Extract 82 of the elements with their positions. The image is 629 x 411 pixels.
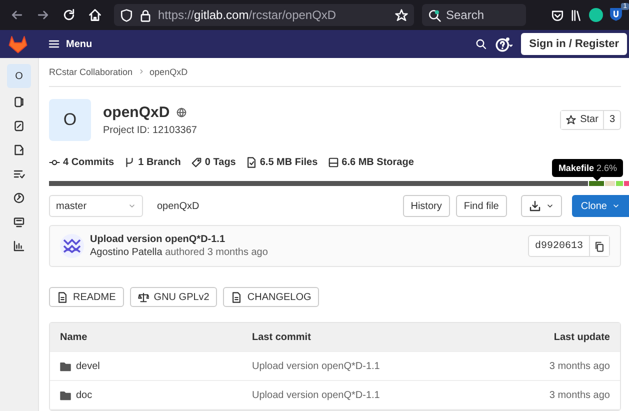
lock-icon <box>139 8 152 22</box>
shield-icon <box>120 8 133 22</box>
commit-title[interactable]: Upload version openQ*D-1.1 <box>90 234 268 245</box>
search-icon <box>428 9 441 22</box>
address-bar[interactable]: https://gitlab.com/rcstar/openQxD <box>114 4 414 26</box>
extension-icon[interactable] <box>589 8 603 22</box>
sidebar-icon <box>13 216 25 228</box>
column-header: Last commit <box>252 332 311 342</box>
forward-icon <box>36 8 50 22</box>
gitlab-logo-icon <box>8 34 28 54</box>
shield-extension-icon <box>609 6 623 20</box>
commit-sha: d9920613 <box>534 240 584 254</box>
copy-button[interactable] <box>589 236 609 256</box>
home-icon <box>88 8 102 22</box>
column-header: Last update <box>554 332 610 342</box>
breadcrumb-link[interactable]: openQxD <box>150 66 188 77</box>
doc-button[interactable]: GNU GPLv2 <box>130 287 218 307</box>
scale-icon <box>138 292 149 302</box>
column-header: Name <box>60 332 88 342</box>
toolbar-button[interactable]: History <box>402 195 450 217</box>
url-text: https://gitlab.com/rcstar/openQxD <box>158 8 338 22</box>
update-time: 3 months ago <box>549 390 610 400</box>
chevron-down-icon <box>128 202 136 210</box>
update-time: 3 months ago <box>549 360 610 372</box>
branch-icon <box>124 156 136 168</box>
folder-link[interactable]: doc <box>60 390 252 400</box>
language-segment[interactable] <box>589 180 604 186</box>
file-icon <box>246 156 257 168</box>
back-icon <box>10 8 24 22</box>
stat-link[interactable]: 4 Commits <box>49 156 114 168</box>
project-id: Project ID: 12103367 <box>103 124 197 136</box>
search-field[interactable]: Search <box>422 4 526 26</box>
reload-icon <box>62 8 76 22</box>
hamburger-icon <box>48 38 60 50</box>
menu-button[interactable]: Menu <box>46 36 94 52</box>
sidebar-icon <box>13 192 25 204</box>
star-icon <box>566 114 576 125</box>
sidebar-icon <box>13 96 25 108</box>
breadcrumb-link[interactable]: RCstar Collaboration <box>49 66 133 77</box>
clone-button[interactable]: Clone <box>572 195 629 217</box>
stat-link[interactable]: 1 Branch <box>124 156 181 168</box>
sidebar-icon <box>13 120 25 132</box>
commit-link[interactable]: Upload version openQ*D-1.1 <box>252 390 380 400</box>
doc-button[interactable]: CHANGELOG <box>223 287 320 307</box>
chevron-down-icon <box>612 202 620 210</box>
sidebar-icon <box>13 144 25 156</box>
doc-button[interactable]: README <box>49 287 124 307</box>
tag-icon <box>190 156 202 168</box>
path-link[interactable]: openQxD <box>157 200 200 212</box>
download-button[interactable] <box>520 195 562 217</box>
bookmark-star-icon <box>395 8 408 22</box>
star-count[interactable]: 3 <box>603 110 620 129</box>
download-icon <box>528 200 541 212</box>
document-icon <box>231 292 242 302</box>
sidebar-icon <box>13 168 25 180</box>
stat-link[interactable]: 6.5 MB Files <box>246 156 318 168</box>
folder-link[interactable]: devel <box>60 360 252 372</box>
pocket-icon <box>551 8 564 22</box>
library-icon <box>570 8 583 22</box>
commit-meta: Agostino Patella authored 3 months ago <box>90 247 268 258</box>
folder-icon <box>60 390 71 400</box>
language-tooltip: Makefile 2.6% <box>552 159 623 177</box>
sign-in-button[interactable]: Sign in / Register <box>521 33 627 55</box>
globe-icon <box>176 106 187 118</box>
copy-icon <box>594 240 605 252</box>
document-icon <box>57 292 68 302</box>
user-avatar <box>60 234 84 258</box>
language-segment[interactable] <box>49 180 588 186</box>
project-name: openQxD <box>103 104 170 121</box>
folder-icon <box>60 360 71 372</box>
toolbar-button[interactable]: Find file <box>456 195 507 217</box>
commit-link[interactable]: Upload version openQ*D-1.1 <box>252 360 380 372</box>
chevron-right-icon <box>138 68 145 76</box>
project-avatar: O <box>49 98 91 141</box>
branch-dropdown[interactable]: master <box>49 195 143 217</box>
search-icon <box>475 38 488 50</box>
sidebar-item[interactable]: O <box>7 64 31 88</box>
help-icon <box>495 35 514 53</box>
stat-link[interactable]: 0 Tags <box>190 156 236 168</box>
stat-link[interactable]: 6.6 MB Storage <box>328 156 414 168</box>
chevron-down-icon <box>546 202 554 210</box>
sidebar-icon <box>13 240 25 252</box>
